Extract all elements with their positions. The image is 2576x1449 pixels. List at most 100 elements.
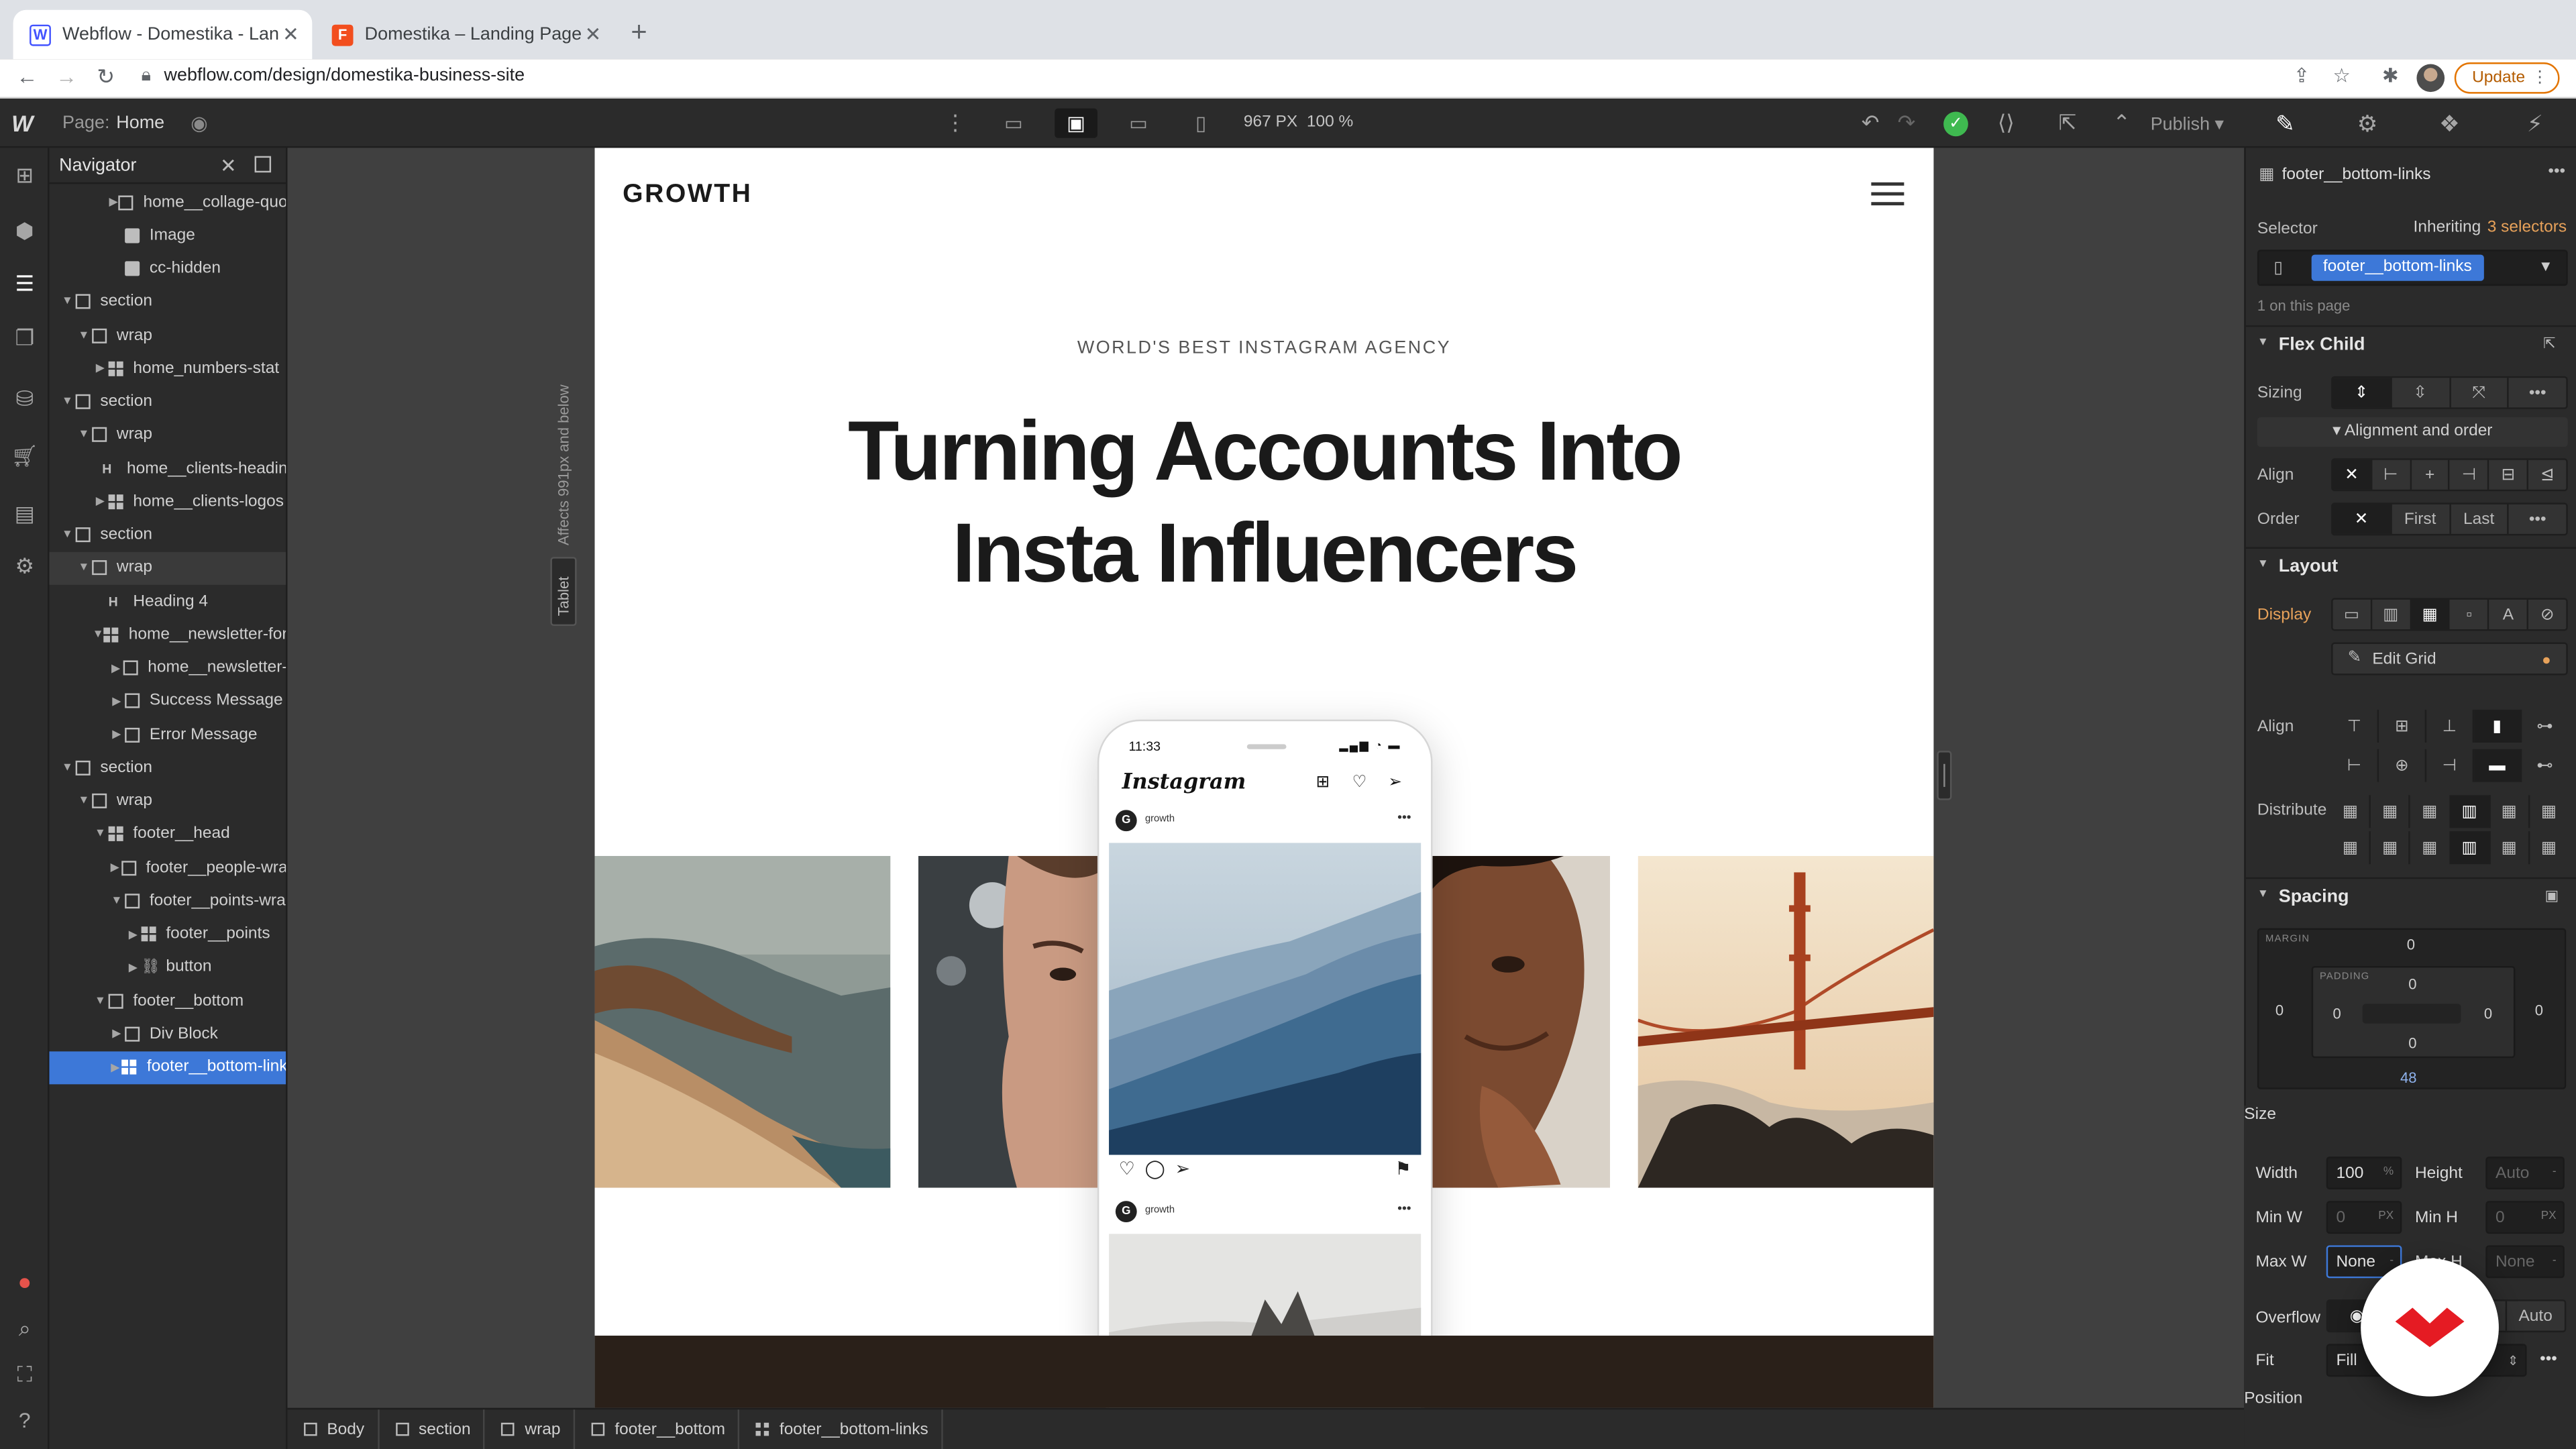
align-middle-icon[interactable]: ⊞ <box>2379 709 2427 743</box>
phone-mockup[interactable]: 11:33 ▂▄▆ ◔ ▬ Instagram ⊞ ♡ ➢ Ggrowth ••… <box>1097 719 1433 1408</box>
ecommerce-cart-icon[interactable]: 🛒︎ <box>10 442 40 472</box>
min-height-input[interactable]: 0 PX <box>2485 1201 2565 1234</box>
navigator-item[interactable]: ▼ wrap <box>49 784 286 817</box>
spacing-section-header[interactable]: Spacing <box>2245 877 2576 914</box>
align-center-icon[interactable]: + <box>2411 460 2451 490</box>
caret-right-icon[interactable]: ▶ <box>92 495 108 508</box>
caret-right-icon[interactable]: ▶ <box>92 362 108 375</box>
width-input[interactable]: 100% <box>2326 1157 2402 1190</box>
padding-left-value[interactable]: 0 <box>2333 1006 2341 1022</box>
distribute-icon[interactable]: ▦ <box>2490 831 2530 865</box>
close-navigator-icon[interactable]: ✕ <box>220 154 237 177</box>
justify-left-icon[interactable]: ⊢ <box>2331 749 2379 782</box>
caret-down-icon[interactable]: ▼ <box>59 762 75 773</box>
domestika-logo-badge[interactable] <box>2361 1258 2499 1397</box>
caret-right-icon[interactable]: ▶ <box>109 694 125 708</box>
justify-center-icon[interactable]: ⊕ <box>2379 749 2427 782</box>
margin-top-value[interactable]: 0 <box>2407 936 2415 953</box>
navigator-item[interactable]: ▼ footer__bottom <box>49 984 286 1017</box>
breadcrumb-item[interactable]: Body <box>288 1409 380 1449</box>
caret-right-icon[interactable]: ▶ <box>109 661 123 674</box>
caret-right-icon[interactable]: ▶ <box>125 961 141 973</box>
caret-down-icon[interactable]: ▼ <box>59 396 75 407</box>
update-button[interactable]: Update <box>2454 62 2560 94</box>
browser-tab-figma[interactable]: F Domestika – Landing Page – Fi ✕ <box>315 10 614 59</box>
navigator-item[interactable]: ▼ home__newsletter-for <box>49 618 286 651</box>
search-icon[interactable]: ⌕ <box>10 1314 40 1344</box>
navigator-item[interactable]: ▶ footer__points <box>49 918 286 951</box>
designer-canvas[interactable]: Affects 991px and below Tablet GROWTH WO… <box>287 148 2245 1408</box>
extensions-icon[interactable]: ✱ <box>2382 64 2399 87</box>
settings-icon[interactable]: ⚙ <box>10 552 40 582</box>
selector-chip[interactable]: footer__bottom-links <box>2311 254 2483 281</box>
navigator-item[interactable]: ▶ footer__people-wra <box>49 851 286 884</box>
new-tab-icon[interactable]: + <box>631 16 647 49</box>
photo-portrait-man[interactable] <box>918 855 1099 1188</box>
navigator-item[interactable]: ▶ home__collage-quo <box>49 186 286 219</box>
position-section-header[interactable]: Position <box>2244 1390 2302 1408</box>
alignment-order-toggle[interactable]: ▾ Alignment and order <box>2257 417 2568 447</box>
navigator-item[interactable]: ▼ section <box>49 751 286 784</box>
navigator-item[interactable]: ▶ Div Block <box>49 1018 286 1051</box>
align-baseline-icon[interactable]: ⊴ <box>2528 460 2566 490</box>
add-panel-icon[interactable]: ⊞ <box>10 161 40 191</box>
profile-avatar[interactable] <box>2416 64 2445 93</box>
distribute-icon[interactable]: ▦ <box>2410 831 2451 865</box>
navigator-item[interactable]: H Heading 4 <box>49 585 286 618</box>
code-icon[interactable]: ⟨⟩ <box>1998 110 2015 136</box>
sizing-none-icon[interactable]: ⤧ <box>2451 378 2510 408</box>
caret-down-icon[interactable]: ▼ <box>109 895 125 906</box>
align-stretch-icon[interactable]: ⊟ <box>2489 460 2529 490</box>
navigator-layers-icon[interactable]: ☰ <box>10 270 40 299</box>
breakpoint-landscape-icon[interactable]: ▭ <box>1117 109 1160 138</box>
site-logo[interactable]: GROWTH <box>623 180 752 210</box>
close-tab-icon[interactable]: ✕ <box>585 23 602 46</box>
height-input[interactable]: Auto - <box>2485 1157 2565 1190</box>
navigator-item[interactable]: ▼ footer__head <box>49 818 286 851</box>
interactions-bolt-icon[interactable]: ⚡︎ <box>2494 99 2576 148</box>
reload-icon[interactable]: ↻ <box>97 64 115 91</box>
preview-eye-icon[interactable]: ◉ <box>191 112 208 135</box>
hero-eyebrow[interactable]: WORLD'S BEST INSTAGRAM AGENCY <box>595 338 1934 358</box>
display-grid-icon[interactable]: ▦ <box>2411 599 2451 629</box>
caret-down-icon[interactable]: ▼ <box>59 296 75 307</box>
display-flex-icon[interactable]: ▥ <box>2372 599 2412 629</box>
edit-grid-button[interactable]: Edit Grid <box>2331 642 2568 676</box>
bookmark-star-icon[interactable]: ☆ <box>2333 64 2351 87</box>
align-start-icon[interactable]: ⊢ <box>2372 460 2412 490</box>
min-width-input[interactable]: 0 PX <box>2326 1201 2402 1234</box>
distribute-icon[interactable]: ▥ <box>2450 795 2490 828</box>
align-none-icon[interactable]: ✕ <box>2332 460 2372 490</box>
align-stretch-vertical-icon[interactable]: ▮ <box>2474 709 2522 743</box>
navigator-item[interactable]: ▼ wrap <box>49 551 286 585</box>
distribute-icon[interactable]: ▦ <box>2331 831 2371 865</box>
navigator-item[interactable]: ▼ section <box>49 519 286 551</box>
caret-right-icon[interactable]: ▶ <box>109 861 121 874</box>
justify-stretch-icon[interactable]: ▬ <box>2474 749 2522 782</box>
selector-field[interactable]: ▯ footer__bottom-links ▼ <box>2257 250 2568 286</box>
caret-down-icon[interactable]: ▼ <box>76 429 92 441</box>
navigator-item[interactable]: cc-hidden <box>49 252 286 285</box>
selector-dropdown-icon[interactable]: ▼ <box>2538 258 2553 274</box>
order-more-icon[interactable]: ••• <box>2509 504 2566 534</box>
caret-down-icon[interactable]: ▼ <box>76 795 92 806</box>
close-tab-icon[interactable]: ✕ <box>282 23 299 46</box>
navigator-item[interactable]: ▼ footer__points-wra <box>49 884 286 917</box>
overflow-auto-button[interactable]: Auto <box>2507 1301 2565 1331</box>
breadcrumb-item[interactable]: section <box>379 1409 486 1449</box>
navigator-item[interactable]: ▼ section <box>49 286 286 319</box>
justify-right-icon[interactable]: ⊣ <box>2426 749 2475 782</box>
caret-down-icon[interactable]: ▼ <box>92 828 108 840</box>
panel-more-icon[interactable]: ••• <box>2548 162 2565 180</box>
navigator-item[interactable]: ▶ Error Message <box>49 718 286 751</box>
distribute-icon[interactable]: ▦ <box>2530 795 2568 828</box>
order-last-button[interactable]: Last <box>2451 504 2510 534</box>
cms-database-icon[interactable]: ⛁ <box>10 384 40 414</box>
redo-icon[interactable]: ↷ <box>1898 110 1916 136</box>
caret-right-icon[interactable]: ▶ <box>125 927 141 941</box>
caret-right-icon[interactable]: ▶ <box>109 1061 123 1073</box>
flex-child-section-header[interactable]: Flex Child <box>2245 325 2576 362</box>
navigator-item[interactable]: Image <box>49 219 286 252</box>
share-icon[interactable]: ⇪ <box>2294 64 2310 87</box>
distribute-icon[interactable]: ▦ <box>2371 795 2411 828</box>
